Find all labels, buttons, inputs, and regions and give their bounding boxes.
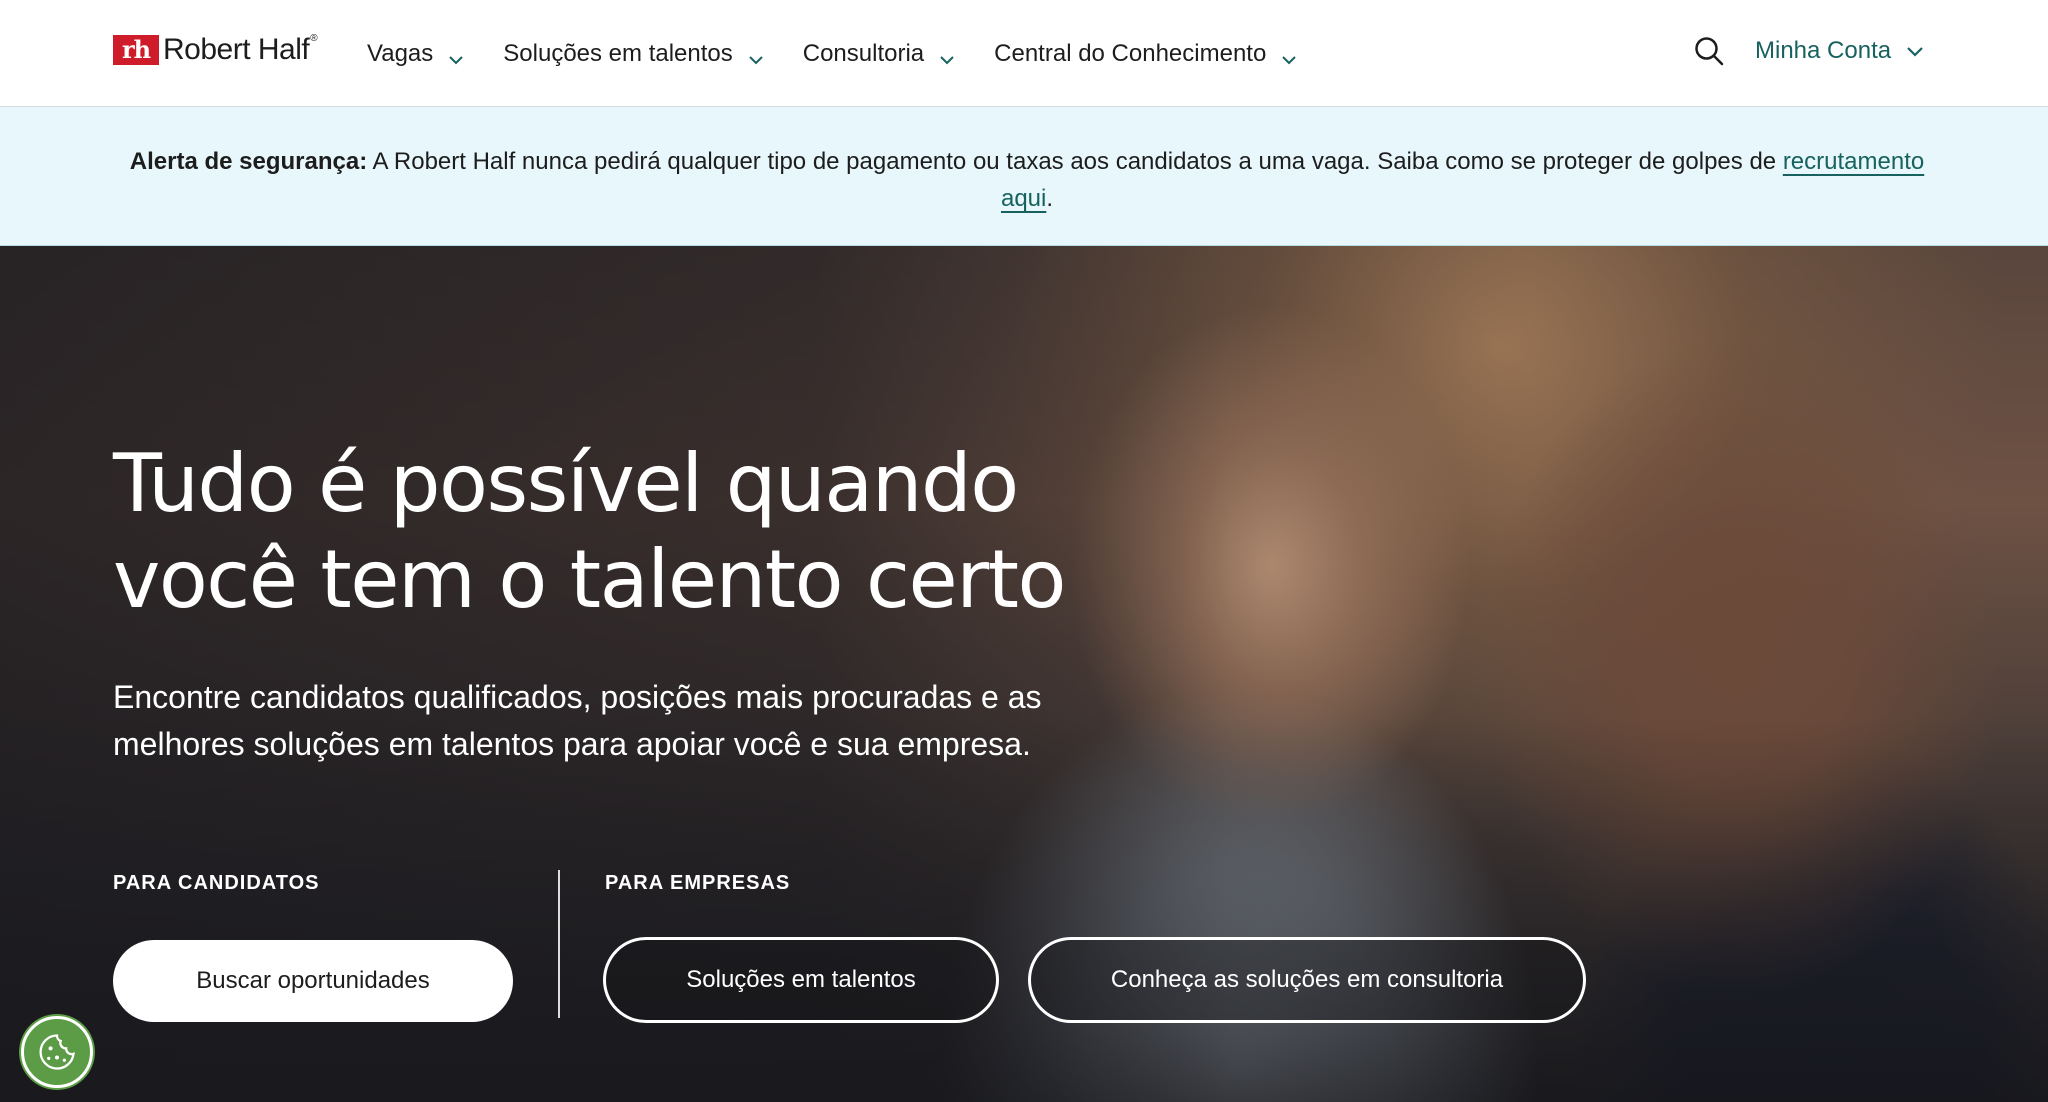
account-menu-button[interactable]: Minha Conta xyxy=(1755,37,1925,65)
logo-name-text: Robert Half xyxy=(163,33,310,66)
section-divider xyxy=(558,870,560,1018)
cookie-settings-button[interactable] xyxy=(21,1016,93,1088)
site-header: rh Robert Half® Vagas Soluções em talent… xyxy=(0,0,2048,107)
nav-item-label: Consultoria xyxy=(802,40,925,67)
companies-label: PARA EMPRESAS xyxy=(605,872,791,894)
alert-period: . xyxy=(1046,185,1054,212)
chevron-down-icon xyxy=(1907,47,1923,57)
security-alert-banner: Alerta de segurança: A Robert Half nunca… xyxy=(0,107,2048,246)
nav-item-label: Soluções em talentos xyxy=(503,40,733,67)
nav-item-central-do-conhecimento[interactable]: Central do Conhecimento xyxy=(994,39,1298,69)
nav-item-label: Vagas xyxy=(367,40,434,67)
nav-item-label: Central do Conhecimento xyxy=(994,40,1267,67)
logo-name: Robert Half® xyxy=(163,33,318,67)
chevron-down-icon xyxy=(749,56,763,65)
cookie-icon xyxy=(39,1034,75,1070)
alert-body: A Robert Half nunca pedirá qualquer tipo… xyxy=(367,148,1783,175)
alert-heading: Alerta de segurança: xyxy=(129,148,368,175)
logo-registered-mark: ® xyxy=(310,33,318,44)
nav-item-consultoria[interactable]: Consultoria xyxy=(803,39,956,69)
hero-subtitle: Encontre candidatos qualificados, posiçõ… xyxy=(113,679,1042,762)
chevron-down-icon xyxy=(940,56,954,65)
search-icon xyxy=(1695,37,1724,66)
hero-title: Tudo é possível quando você tem o talent… xyxy=(113,437,1066,626)
nav-item-vagas[interactable]: Vagas xyxy=(367,39,465,69)
hero-section: Tudo é possível quando você tem o talent… xyxy=(0,246,2048,1102)
chevron-down-icon xyxy=(449,56,463,65)
account-label: Minha Conta xyxy=(1755,37,1892,64)
search-button[interactable] xyxy=(1694,36,1724,66)
chevron-down-icon xyxy=(1282,56,1297,65)
main-nav: Vagas Soluções em talentos Consultoria C… xyxy=(367,36,1336,72)
nav-item-solucoes-em-talentos[interactable]: Soluções em talentos xyxy=(503,39,764,69)
candidates-label: PARA CANDIDATOS xyxy=(113,872,320,894)
solucoes-em-talentos-button[interactable]: Soluções em talentos xyxy=(603,937,999,1023)
security-alert-text: Alerta de segurança: A Robert Half nunca… xyxy=(127,143,1927,217)
buscar-oportunidades-button[interactable]: Buscar oportunidades xyxy=(113,940,513,1022)
logo-mark: rh xyxy=(113,35,159,65)
solucoes-em-consultoria-button[interactable]: Conheça as soluções em consultoria xyxy=(1028,937,1586,1023)
robert-half-logo[interactable]: rh Robert Half® xyxy=(113,33,318,67)
